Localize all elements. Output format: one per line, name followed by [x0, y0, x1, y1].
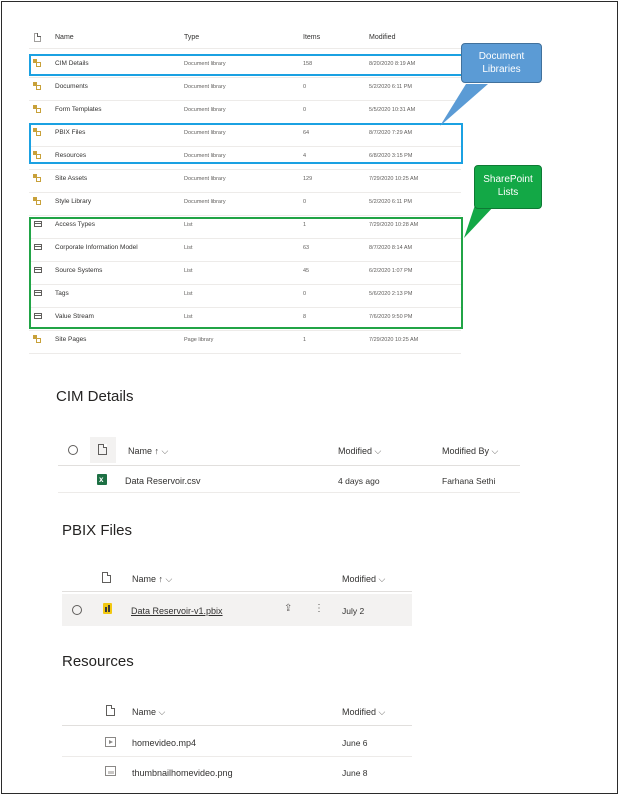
file-name-link[interactable]: thumbnailhomevideo.png — [132, 768, 233, 778]
row-divider — [29, 169, 461, 170]
file-type-icon — [98, 444, 107, 455]
column-header-type[interactable]: Type — [184, 34, 199, 41]
row-modified: 5/5/2020 10:31 AM — [369, 107, 416, 113]
row-items: 0 — [303, 107, 307, 113]
file-modified: June 8 — [342, 768, 368, 778]
row-modified: 5/2/2020 6:11 PM — [369, 199, 413, 205]
file-type-icon — [106, 705, 115, 716]
callout-line-2: Libraries — [482, 64, 521, 75]
row-name[interactable]: Style Library — [55, 198, 91, 205]
row-name[interactable]: Documents — [55, 83, 88, 90]
row-divider — [29, 192, 461, 193]
pbix-file-icon — [103, 603, 113, 615]
cim-details-title: CIM Details — [56, 388, 134, 405]
file-modified: June 6 — [342, 738, 368, 748]
library-icon — [33, 174, 41, 182]
chevron-down-icon: ⌵ — [158, 707, 166, 717]
callout-line-1: SharePoint — [483, 174, 533, 185]
library-icon — [33, 197, 41, 205]
excel-x-glyph: x — [99, 475, 104, 484]
modified-header-label: Modified — [338, 446, 373, 456]
chevron-down-icon: ⌵ — [378, 707, 386, 717]
chevron-down-icon: ⌵ — [378, 574, 386, 584]
pbix-files-title: PBIX Files — [62, 522, 133, 539]
header-divider — [58, 465, 520, 466]
file-type-header-icon — [34, 33, 41, 42]
chevron-down-icon: ⌵ — [161, 446, 169, 456]
image-file-icon — [105, 766, 116, 776]
more-actions-icon[interactable]: ⋮ — [314, 603, 324, 614]
row-divider — [62, 756, 412, 757]
row-modified: 5/2/2020 6:11 PM — [369, 84, 413, 90]
highlight-cim-details — [29, 54, 463, 76]
highlight-sharepoint-lists — [29, 217, 463, 329]
video-file-icon — [105, 737, 116, 747]
file-name-link[interactable]: Data Reservoir.csv — [125, 476, 201, 486]
modified-header-label: Modified — [342, 707, 377, 717]
header-divider — [29, 48, 461, 49]
file-modified: 4 days ago — [338, 476, 380, 486]
column-header-name[interactable]: Name ⌵ — [132, 707, 165, 718]
header-divider — [62, 591, 412, 592]
row-divider — [29, 330, 461, 331]
library-icon — [33, 105, 41, 113]
sharepoint-lists-callout: SharePoint Lists — [474, 165, 542, 209]
file-name-link[interactable]: homevideo.mp4 — [132, 738, 196, 748]
excel-file-icon: x — [97, 474, 107, 485]
file-modified-by: Farhana Sethi — [442, 476, 496, 486]
column-header-name[interactable]: Name — [55, 34, 74, 41]
file-type-icon — [102, 572, 111, 583]
row-items: 0 — [303, 84, 307, 90]
library-icon — [33, 335, 41, 343]
resources-title: Resources — [62, 653, 134, 670]
row-name[interactable]: Site Pages — [55, 336, 86, 343]
callout-line-2: Lists — [497, 187, 519, 198]
row-name[interactable]: Form Templates — [55, 106, 101, 113]
name-header-label: Name — [132, 707, 157, 717]
highlight-pbix-resources — [29, 123, 463, 164]
name-header-label: Name ↑ — [128, 446, 160, 456]
callout-line-1: Document — [478, 51, 525, 62]
column-header-modified-by[interactable]: Modified By ⌵ — [442, 446, 498, 457]
column-header-modified[interactable]: Modified ⌵ — [342, 707, 385, 718]
row-divider — [29, 100, 461, 101]
library-icon — [33, 82, 41, 90]
row-modified: 7/29/2020 10:25 AM — [369, 176, 419, 182]
row-type: Document library — [184, 199, 226, 205]
row-modified: 7/29/2020 10:25 AM — [369, 337, 419, 343]
row-divider — [29, 215, 461, 216]
chevron-down-icon: ⌵ — [165, 574, 173, 584]
row-name[interactable]: Site Assets — [55, 175, 87, 182]
row-items: 1 — [303, 337, 307, 343]
document-libraries-callout: Document Libraries — [461, 43, 542, 83]
name-header-label: Name ↑ — [132, 574, 164, 584]
row-divider — [29, 77, 461, 78]
column-header-name[interactable]: Name ↑ ⌵ — [128, 446, 168, 457]
chevron-down-icon: ⌵ — [374, 446, 382, 456]
column-header-modified[interactable]: Modified ⌵ — [342, 574, 385, 585]
column-header-modified[interactable]: Modified — [369, 34, 395, 41]
row-type: Page library — [184, 337, 214, 343]
chevron-down-icon: ⌵ — [491, 446, 499, 456]
row-items: 0 — [303, 199, 307, 205]
select-all-checkbox[interactable] — [68, 445, 78, 455]
row-divider — [29, 353, 461, 354]
row-items: 129 — [303, 176, 313, 182]
column-header-modified[interactable]: Modified ⌵ — [338, 446, 381, 457]
row-select-checkbox[interactable] — [72, 605, 82, 615]
file-name-link[interactable]: Data Reservoir-v1.pbix — [131, 606, 223, 616]
row-divider — [58, 492, 520, 493]
column-header-name[interactable]: Name ↑ ⌵ — [132, 574, 172, 585]
header-divider — [62, 725, 412, 726]
column-header-items[interactable]: Items — [303, 34, 320, 41]
row-type: Document library — [184, 107, 226, 113]
modified-by-header-label: Modified By — [442, 446, 490, 456]
row-type: Document library — [184, 84, 226, 90]
share-icon[interactable]: ⇪ — [284, 603, 292, 614]
file-modified: July 2 — [342, 606, 365, 616]
row-type: Document library — [184, 176, 226, 182]
modified-header-label: Modified — [342, 574, 377, 584]
